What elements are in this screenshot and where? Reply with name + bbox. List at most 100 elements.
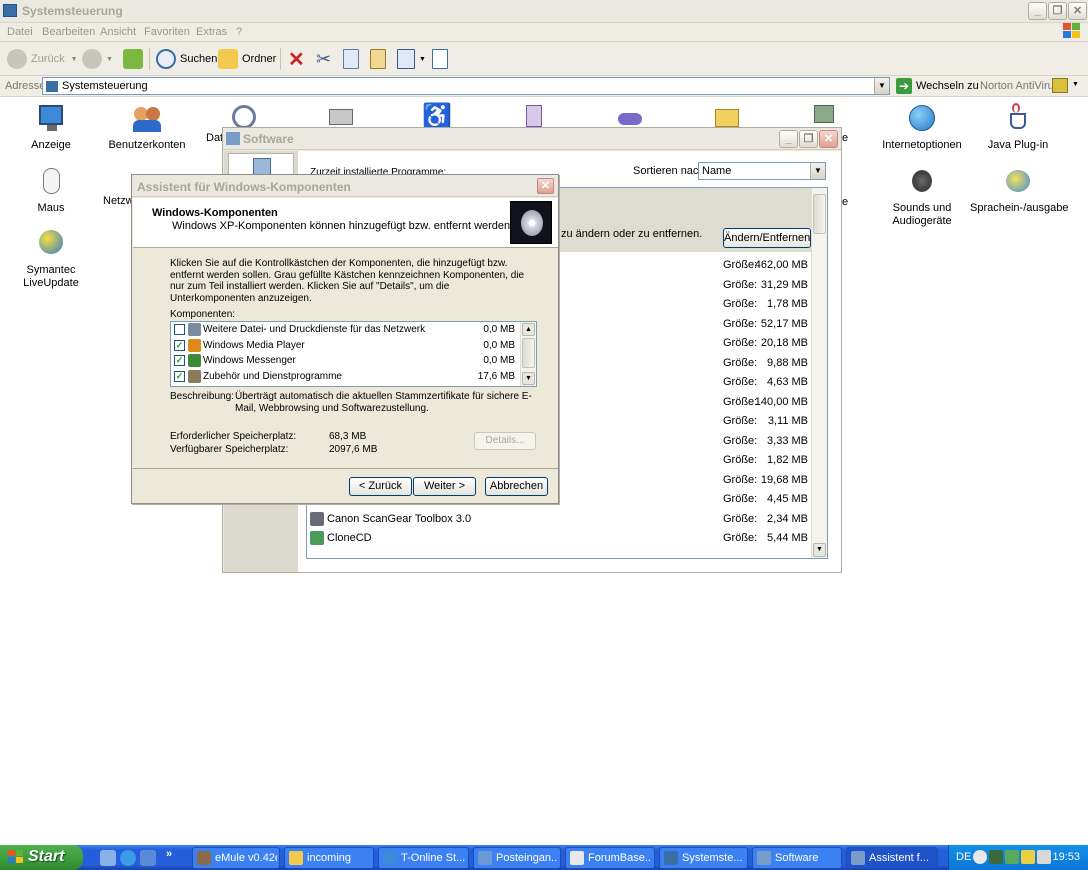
components-list[interactable]: Weitere Datei- und Druckdienste für das …	[170, 321, 537, 387]
available-space-value: 2097,6 MB	[329, 444, 378, 455]
menu-favoriten[interactable]: Favoriten	[144, 26, 190, 38]
scroll-up-arrow[interactable]: ▲	[522, 323, 535, 336]
task-label: T-Online St...	[401, 852, 466, 864]
component-icon	[188, 369, 201, 383]
quicklaunch-chevron-icon[interactable]: »	[166, 848, 172, 860]
menu-help[interactable]: ?	[236, 26, 242, 38]
task-app-icon	[851, 851, 865, 865]
norton-icon[interactable]	[1052, 78, 1068, 93]
tray-monitor-icon[interactable]	[1037, 850, 1051, 864]
cp-item-benutzerkonten[interactable]: Benutzerkonten	[99, 103, 195, 152]
size-value: 9,88 MB	[767, 356, 808, 369]
change-remove-button[interactable]: Ändern/Entfernen	[723, 228, 811, 248]
taskbar-button[interactable]: Posteingan...	[473, 847, 561, 869]
component-row[interactable]: ✓ Windows Media Player 0,0 MB	[171, 338, 521, 353]
taskbar-button[interactable]: incoming	[284, 847, 374, 869]
chevron-down-icon[interactable]: ▼	[874, 78, 889, 94]
paste-button[interactable]	[370, 48, 390, 70]
tray-norton-icon[interactable]	[1021, 850, 1035, 864]
task-label: incoming	[307, 852, 352, 864]
minimize-button[interactable]: _	[1028, 2, 1047, 20]
properties-button[interactable]	[432, 48, 452, 70]
details-button[interactable]: Details...	[474, 432, 536, 450]
paste-icon	[370, 49, 386, 69]
speaker-icon	[906, 166, 938, 198]
delete-x-icon: ✕	[288, 48, 305, 71]
component-checkbox[interactable]: ✓	[174, 355, 185, 366]
taskbar-button[interactable]: Systemste...	[659, 847, 748, 869]
search-button[interactable]: Suchen	[156, 48, 217, 70]
vertical-scrollbar[interactable]: ▼	[811, 188, 827, 558]
maximize-button[interactable]: ❐	[1048, 2, 1067, 20]
component-row[interactable]: ✓ Windows Messenger 0,0 MB	[171, 353, 521, 368]
tray-clock-app-icon[interactable]	[973, 850, 987, 864]
scroll-down-arrow[interactable]: ▼	[522, 372, 535, 385]
size-value: 31,29 MB	[760, 278, 808, 291]
taskbar-button[interactable]: ForumBase...	[565, 847, 655, 869]
close-button[interactable]: ✕	[1068, 2, 1087, 20]
cp-item-maus[interactable]: Maus	[3, 166, 99, 215]
cp-item-internetoptionen[interactable]: Internetoptionen	[874, 103, 970, 152]
up-folder-button[interactable]	[123, 48, 147, 70]
go-button[interactable]: ➔ Wechseln zu	[896, 78, 979, 94]
up-folder-icon	[123, 49, 143, 69]
cp-item-netzwerk[interactable]: Netzwe	[99, 166, 140, 207]
program-name: Canon ScanGear Toolbox 3.0	[327, 512, 472, 525]
chevron-down-icon[interactable]: ▼	[1072, 81, 1079, 88]
minimize-button[interactable]: _	[779, 130, 798, 148]
quicklaunch-ie-icon[interactable]	[120, 850, 136, 866]
chevron-down-icon[interactable]: ▼	[810, 163, 825, 179]
tray-app-icon[interactable]	[1005, 850, 1019, 864]
maximize-button[interactable]: ❐	[799, 130, 818, 148]
component-row[interactable]: ✓ Zubehör und Dienstprogramme 17,6 MB	[171, 369, 521, 384]
cp-item-sprachein[interactable]: Sprachein-/ausgabe	[970, 166, 1068, 215]
delete-button[interactable]: ✕	[288, 48, 305, 71]
taskbar-button[interactable]: Software	[752, 847, 842, 869]
component-name: Windows Media Player	[203, 339, 305, 351]
folders-button[interactable]: Ordner	[218, 48, 276, 70]
cp-item-anzeige[interactable]: Anzeige	[3, 103, 99, 152]
views-button[interactable]: ▼	[397, 48, 426, 70]
taskbar-button[interactable]: eMule v0.42e	[192, 847, 280, 869]
cp-item-liveupdate[interactable]: Symantec LiveUpdate	[3, 228, 99, 290]
address-input[interactable]: Systemsteuerung ▼	[42, 77, 890, 95]
menu-datei[interactable]: Datei	[7, 26, 33, 38]
tray-network-icon[interactable]	[989, 850, 1003, 864]
software-titlebar: Software _ ❐ ✕	[223, 128, 841, 150]
cut-button[interactable]: ✂	[316, 48, 331, 70]
back-button[interactable]: Zurück ▼	[7, 48, 78, 70]
component-checkbox[interactable]: ✓	[174, 339, 185, 351]
component-row[interactable]: Weitere Datei- und Druckdienste für das …	[171, 322, 521, 337]
cp-item-sounds[interactable]: Sounds und Audiogeräte	[874, 166, 970, 228]
cp-item-java[interactable]: Java Plug-in	[970, 103, 1066, 152]
quicklaunch-desktop-icon[interactable]	[100, 850, 116, 866]
size-label: Größe:	[723, 454, 758, 466]
close-button[interactable]: ✕	[819, 130, 838, 148]
component-checkbox[interactable]	[174, 324, 185, 335]
size-value: 5,44 MB	[767, 532, 808, 544]
scroll-thumb[interactable]	[813, 194, 826, 234]
close-button[interactable]: ✕	[537, 178, 554, 194]
program-row[interactable]: Canon ScanGear Toolbox 3.0 Größe: 2,34 MB	[307, 510, 812, 529]
components-scrollbar[interactable]: ▲ ▼	[520, 322, 536, 386]
sort-select[interactable]: Name ▼	[698, 162, 826, 180]
start-button[interactable]: Start	[0, 845, 83, 870]
windows-logo-icon	[8, 850, 24, 865]
quicklaunch-mail-icon[interactable]	[140, 850, 156, 866]
next-button[interactable]: Weiter >	[413, 477, 476, 496]
language-indicator[interactable]: DE	[956, 851, 971, 863]
component-checkbox[interactable]: ✓	[174, 370, 185, 382]
taskbar-button[interactable]: T-Online St...	[378, 847, 469, 869]
program-row[interactable]: CloneCD Größe: 5,44 MB	[307, 529, 812, 548]
taskbar-button[interactable]: Assistent f...	[846, 847, 938, 869]
component-size: 0,0 MB	[483, 324, 515, 335]
menu-extras[interactable]: Extras	[196, 26, 227, 38]
menu-ansicht[interactable]: Ansicht	[100, 26, 136, 38]
copy-button[interactable]	[343, 48, 363, 70]
cancel-button[interactable]: Abbrechen	[485, 477, 548, 496]
scroll-thumb[interactable]	[522, 338, 535, 368]
scroll-down-arrow[interactable]: ▼	[813, 543, 826, 557]
menu-bearbeiten[interactable]: Bearbeiten	[42, 26, 95, 38]
back-button[interactable]: < Zurück	[349, 477, 412, 496]
forward-button[interactable]: ▼	[82, 48, 113, 70]
